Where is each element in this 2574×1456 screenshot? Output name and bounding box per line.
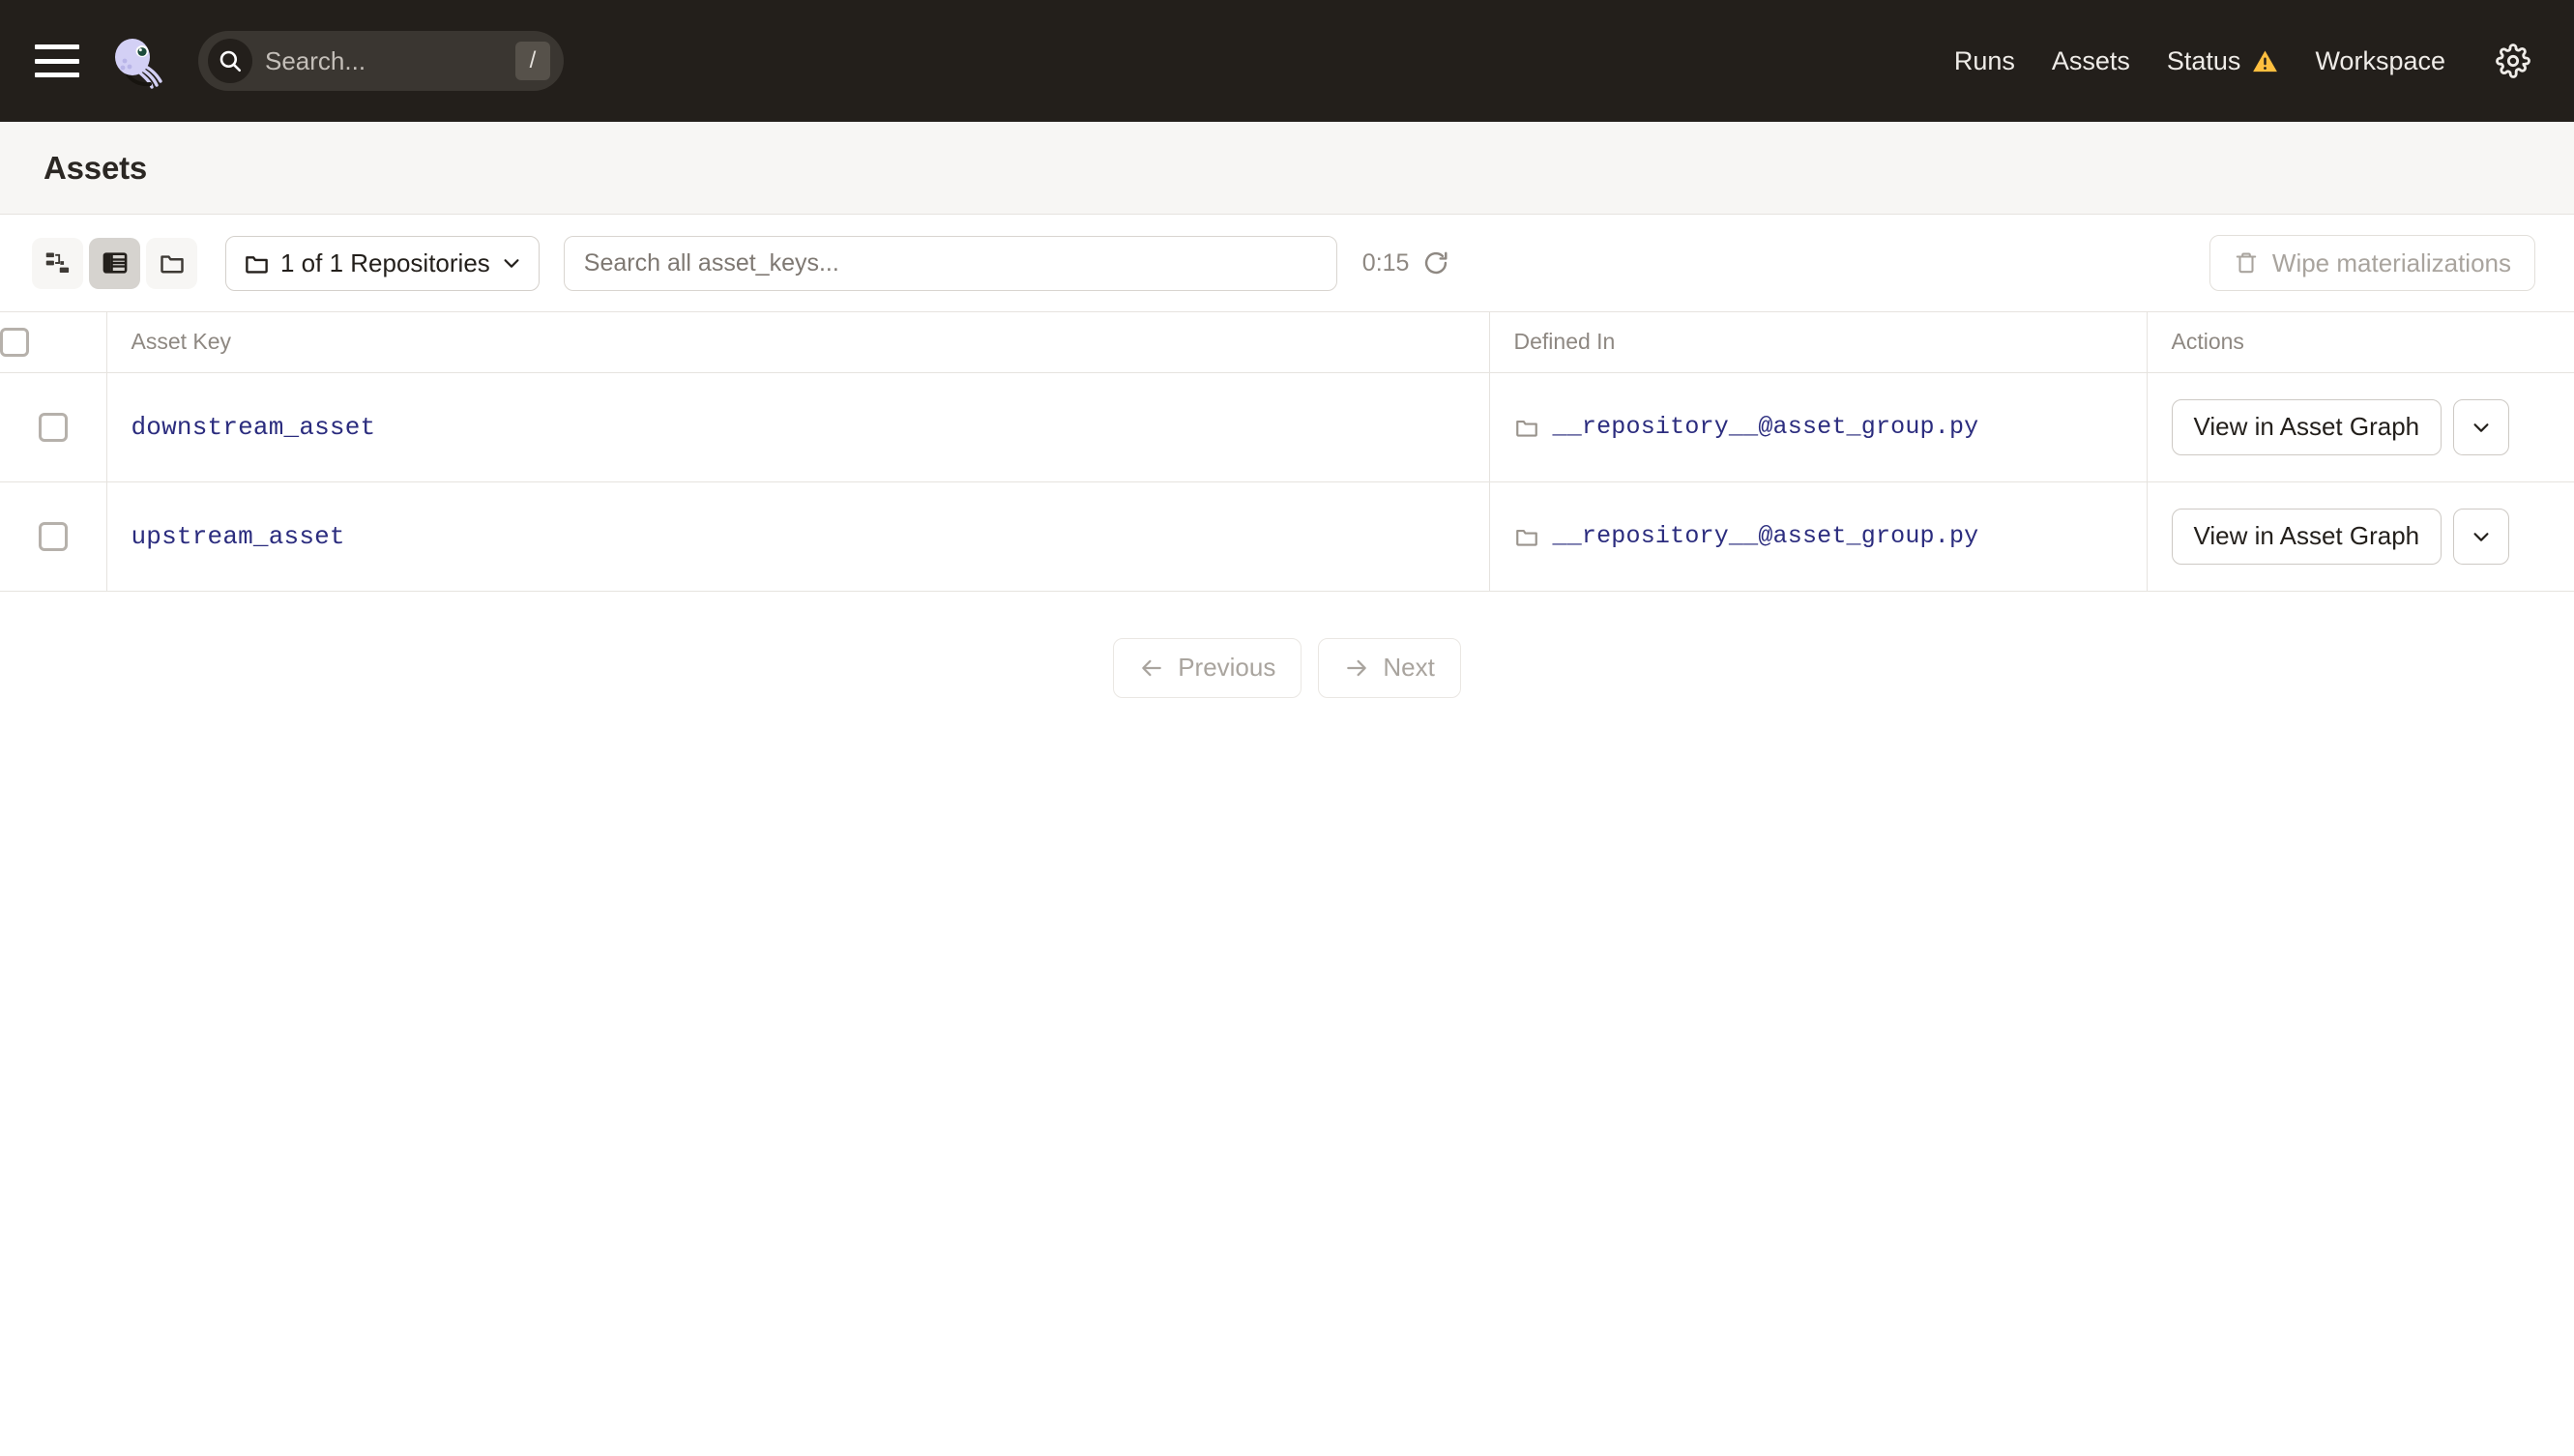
hamburger-menu-icon[interactable] <box>35 44 79 77</box>
nav-link-runs-label: Runs <box>1954 46 2015 76</box>
page-header: Assets <box>0 122 2574 215</box>
column-header-actions: Actions <box>2147 312 2574 372</box>
previous-page-label: Previous <box>1178 653 1275 683</box>
asset-key-link[interactable]: downstream_asset <box>132 413 376 442</box>
defined-in-cell: __repository__@asset_group.py <box>1489 481 2147 591</box>
global-search-placeholder: Search... <box>265 46 515 76</box>
asset-search-placeholder: Search all asset_keys... <box>584 249 839 277</box>
folder-icon <box>159 249 186 277</box>
asset-key-cell: downstream_asset <box>106 372 1489 481</box>
dagster-octopus-logo[interactable] <box>107 31 167 91</box>
next-page-label: Next <box>1383 653 1434 683</box>
refresh-icon[interactable] <box>1422 249 1449 277</box>
row-actions-dropdown-button[interactable] <box>2453 399 2509 455</box>
refresh-timer: 0:15 <box>1362 249 1410 277</box>
table-list-icon <box>102 249 129 277</box>
search-icon <box>208 39 252 83</box>
assets-table: Asset Key Defined In Actions downstream_… <box>0 312 2574 592</box>
top-navigation-bar: Search... / Runs Assets Status Workspace <box>0 0 2574 122</box>
gear-icon[interactable] <box>2493 41 2533 81</box>
nav-link-assets-label: Assets <box>2052 46 2130 76</box>
table-row: downstream_asset __repository__@asset_gr… <box>0 372 2574 481</box>
row-actions-dropdown-button[interactable] <box>2453 509 2509 565</box>
arrow-right-icon <box>1344 655 1369 681</box>
refresh-group: 0:15 <box>1362 249 1450 277</box>
trash-icon <box>2234 250 2259 276</box>
nav-links: Runs Assets Status Workspace <box>1936 41 2533 81</box>
asset-folder-view-button[interactable] <box>146 238 197 289</box>
view-in-asset-graph-button[interactable]: View in Asset Graph <box>2172 399 2442 455</box>
wipe-materializations-button[interactable]: Wipe materializations <box>2209 235 2535 291</box>
previous-page-button[interactable]: Previous <box>1113 638 1302 698</box>
next-page-button[interactable]: Next <box>1318 638 1460 698</box>
chevron-down-icon <box>2471 526 2492 547</box>
page-title: Assets <box>44 150 147 187</box>
view-in-asset-graph-button[interactable]: View in Asset Graph <box>2172 509 2442 565</box>
defined-in-link[interactable]: __repository__@asset_group.py <box>1553 413 1979 441</box>
asset-search-input[interactable]: Search all asset_keys... <box>564 236 1337 291</box>
view-toggle-group <box>32 238 197 289</box>
folder-icon <box>244 250 270 277</box>
chevron-down-icon <box>2471 417 2492 438</box>
asset-key-cell: upstream_asset <box>106 481 1489 591</box>
folder-icon <box>1514 524 1539 549</box>
arrow-left-icon <box>1139 655 1164 681</box>
pagination: Previous Next <box>0 638 2574 698</box>
table-header-row: Asset Key Defined In Actions <box>0 312 2574 372</box>
search-shortcut-badge: / <box>515 42 550 80</box>
defined-in-link[interactable]: __repository__@asset_group.py <box>1553 522 1979 550</box>
global-search-box[interactable]: Search... / <box>198 31 564 91</box>
nav-link-status[interactable]: Status <box>2149 46 2297 76</box>
row-select-cell <box>0 481 106 591</box>
select-all-header-cell <box>0 312 106 372</box>
folder-icon <box>1514 415 1539 440</box>
repository-select-label: 1 of 1 Repositories <box>280 248 490 278</box>
wipe-materializations-label: Wipe materializations <box>2272 248 2511 278</box>
chevron-down-icon <box>501 252 522 274</box>
graph-icon <box>44 249 72 277</box>
asset-key-link[interactable]: upstream_asset <box>132 522 345 551</box>
nav-link-workspace-label: Workspace <box>2315 46 2445 76</box>
defined-in-cell: __repository__@asset_group.py <box>1489 372 2147 481</box>
asset-list-view-button[interactable] <box>89 238 140 289</box>
repository-select[interactable]: 1 of 1 Repositories <box>225 236 540 291</box>
actions-cell: View in Asset Graph <box>2147 372 2574 481</box>
row-select-checkbox[interactable] <box>39 413 68 442</box>
row-select-cell <box>0 372 106 481</box>
assets-toolbar: 1 of 1 Repositories Search all asset_key… <box>0 215 2574 312</box>
nav-link-status-label: Status <box>2167 46 2241 76</box>
nav-link-assets[interactable]: Assets <box>2033 46 2149 76</box>
nav-link-runs[interactable]: Runs <box>1936 46 2033 76</box>
column-header-defined-in: Defined In <box>1489 312 2147 372</box>
dagster-octopus-logo-svg <box>107 31 167 91</box>
nav-link-workspace[interactable]: Workspace <box>2296 46 2464 76</box>
asset-graph-view-button[interactable] <box>32 238 83 289</box>
warning-triangle-icon <box>2252 49 2278 73</box>
actions-cell: View in Asset Graph <box>2147 481 2574 591</box>
select-all-checkbox[interactable] <box>0 328 29 357</box>
row-select-checkbox[interactable] <box>39 522 68 551</box>
column-header-asset-key: Asset Key <box>106 312 1489 372</box>
table-row: upstream_asset __repository__@asset_grou… <box>0 481 2574 591</box>
